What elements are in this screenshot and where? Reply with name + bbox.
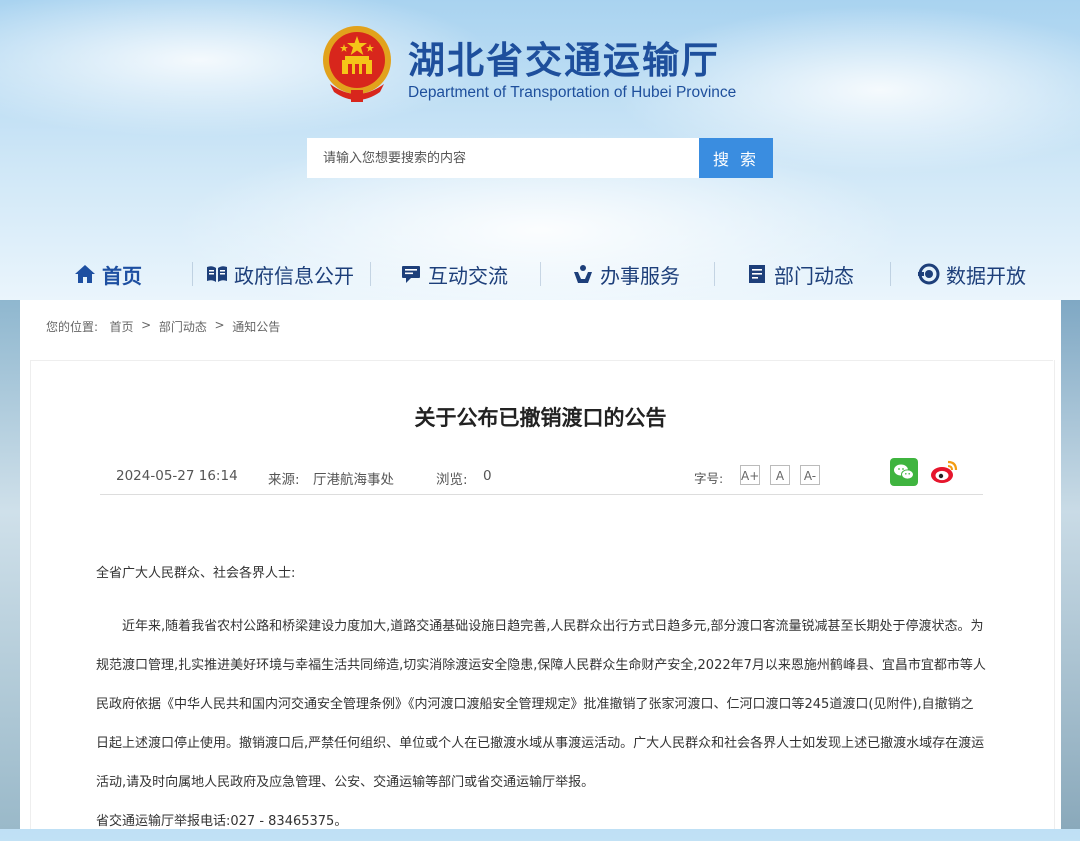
views-label: 浏览: <box>436 472 468 488</box>
breadcrumb-separator: > <box>214 318 225 332</box>
font-increase-button[interactable]: A+ <box>740 465 760 485</box>
article-body: 全省广大人民群众、社会各界人士: 近年来,随着我省农村公路和桥梁建设力度加大,道… <box>96 554 986 841</box>
nav-item-label: 互动交流 <box>428 263 508 288</box>
home-icon <box>75 265 95 283</box>
article-paragraph: 近年来,随着我省农村公路和桥梁建设力度加大,道路交通基础设施日趋完善,人民群众出… <box>96 619 986 790</box>
views-count: 0 <box>483 468 492 484</box>
nav-divider <box>192 262 193 286</box>
breadcrumb-dept-news[interactable]: 部门动态 <box>159 318 207 335</box>
service-icon <box>574 265 592 283</box>
site-title: 湖北省交通运输厅 <box>408 39 720 82</box>
nav-divider <box>714 262 715 286</box>
publish-date: 2024-05-27 16:14 <box>116 468 238 484</box>
source-label: 来源: <box>268 472 300 488</box>
nav-item-gov-info[interactable]: 政府信息公开 <box>206 256 354 292</box>
source-value: 厅港航海事处 <box>313 472 394 488</box>
font-decrease-button[interactable]: A- <box>800 465 820 485</box>
content-panel: 您的位置: 首页 > 部门动态 > 通知公告 关于公布已撤销渡口的公告 2024… <box>20 300 1061 829</box>
nav-divider <box>540 262 541 286</box>
breadcrumb-prefix: 您的位置: <box>46 320 99 334</box>
book-icon <box>207 266 227 282</box>
nav-item-label: 数据开放 <box>946 263 1026 288</box>
article-meta: 2024-05-27 16:14 来源: 厅港航海事处 浏览: 0 字号: A+… <box>100 458 983 495</box>
site-header: 湖北省交通运输厅 Department of Transportation of… <box>0 0 1080 300</box>
document-icon <box>749 265 765 283</box>
nav-item-dept-news[interactable]: 部门动态 <box>746 256 854 292</box>
nav-item-open-data[interactable]: 数据开放 <box>918 256 1026 292</box>
search-button[interactable]: 搜 索 <box>699 138 773 178</box>
article-salutation: 全省广大人民群众、社会各界人士: <box>96 566 296 581</box>
background-road-right <box>1060 300 1080 829</box>
nav-item-label: 办事服务 <box>600 263 680 288</box>
background-road-left <box>0 300 22 829</box>
nav-item-services[interactable]: 办事服务 <box>572 256 680 292</box>
breadcrumb-separator: > <box>141 318 152 332</box>
article-title: 关于公布已撤销渡口的公告 <box>414 406 667 430</box>
chat-icon <box>402 266 420 283</box>
search-input[interactable] <box>307 138 699 178</box>
nav-item-interaction[interactable]: 互动交流 <box>400 256 508 292</box>
breadcrumb-notices[interactable]: 通知公告 <box>232 318 280 335</box>
wechat-share-icon[interactable] <box>890 458 918 486</box>
report-hotline: 省交通运输厅举报电话:027 - 83465375。 <box>96 814 348 829</box>
breadcrumb-home[interactable]: 首页 <box>110 318 134 335</box>
site-subtitle: Department of Transportation of Hubei Pr… <box>408 84 737 101</box>
nav-item-label: 部门动态 <box>774 263 854 288</box>
breadcrumb: 您的位置: 首页 > 部门动态 > 通知公告 <box>46 318 280 335</box>
weibo-share-icon[interactable] <box>930 458 958 486</box>
font-default-button[interactable]: A <box>770 465 790 485</box>
nav-item-label: 政府信息公开 <box>234 263 354 288</box>
main-nav: 首页 政府信息公开 互动交流 办事服务 部门动态 数据开放 <box>0 256 1080 292</box>
nav-divider <box>370 262 371 286</box>
national-emblem-logo[interactable] <box>320 24 394 104</box>
nav-item-home[interactable]: 首页 <box>74 256 142 292</box>
data-icon <box>918 263 940 285</box>
nav-divider <box>890 262 891 286</box>
nav-item-label: 首页 <box>102 263 142 288</box>
search-bar: 搜 索 <box>307 138 773 178</box>
font-size-label: 字号: <box>694 471 724 486</box>
